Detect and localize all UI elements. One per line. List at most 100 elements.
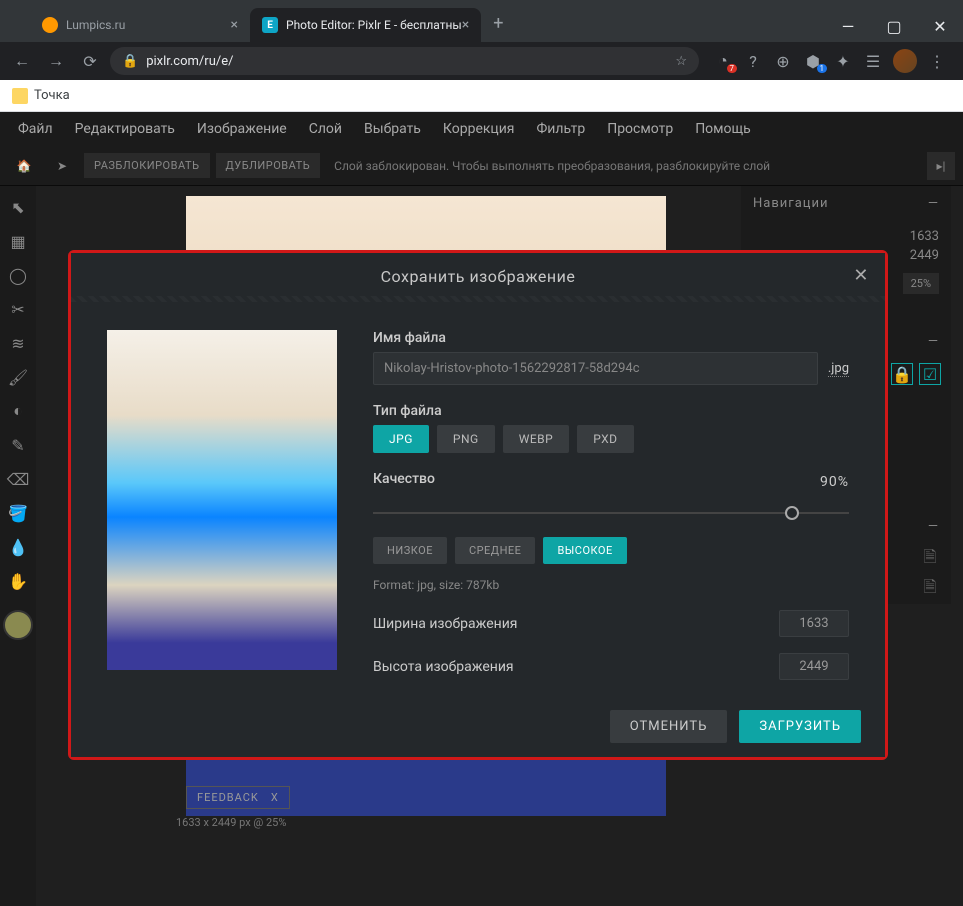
address-bar[interactable]: 🔒 pixlr.com/ru/e/ ☆ — [110, 47, 699, 75]
dialog-footer: ОТМЕНИТЬ ЗАГРУЗИТЬ — [71, 696, 885, 757]
slider-track — [373, 512, 849, 514]
eyedropper-tool-icon[interactable]: 💧 — [3, 532, 33, 562]
profile-avatar[interactable] — [893, 49, 917, 73]
filetype-jpg[interactable]: JPG — [373, 425, 429, 453]
bookmark-item[interactable]: Точка — [12, 88, 70, 104]
filetype-label: Тип файла — [373, 403, 849, 419]
maximize-button[interactable]: ▢ — [871, 10, 917, 42]
bookmarks-bar: Точка — [0, 80, 963, 112]
reload-button[interactable]: ⟳ — [76, 47, 104, 75]
extension-icon[interactable]: ⊕ — [773, 51, 793, 71]
canvas-dimensions: 1633 x 2449 px @ 25% — [176, 816, 286, 829]
home-icon[interactable]: 🏠 — [8, 150, 40, 182]
menu-select[interactable]: Выбрать — [364, 121, 421, 137]
close-icon[interactable]: × — [231, 17, 238, 33]
quality-low[interactable]: НИЗКОЕ — [373, 537, 447, 564]
filetype-webp[interactable]: WEBP — [503, 425, 570, 453]
menu-edit[interactable]: Редактировать — [75, 121, 175, 137]
locked-message: Слой заблокирован. Чтобы выполнять преоб… — [334, 159, 770, 173]
pen-tool-icon[interactable]: ✎ — [3, 430, 33, 460]
dialog-body: Имя файла .jpg Тип файла JPG PNG WEBP PX… — [71, 302, 885, 696]
history-icon[interactable]: 🗎 — [919, 548, 941, 570]
extensions-menu-icon[interactable]: ✦ — [833, 51, 853, 71]
format-info: Format: jpg, size: 787kb — [373, 578, 849, 592]
quality-high[interactable]: ВЫСОКОЕ — [543, 537, 626, 564]
menu-image[interactable]: Изображение — [197, 121, 287, 137]
width-input[interactable] — [779, 610, 849, 637]
download-button[interactable]: ЗАГРУЗИТЬ — [739, 710, 861, 743]
move-tool-icon[interactable]: ⬉ — [3, 192, 33, 222]
lasso-tool-icon[interactable]: ◯ — [3, 260, 33, 290]
width-label: Ширина изображения — [373, 616, 517, 632]
extension-icon[interactable]: ⬢1 — [803, 51, 823, 71]
url-text: pixlr.com/ru/e/ — [146, 54, 233, 69]
close-icon[interactable]: × — [462, 17, 469, 33]
save-dialog: Сохранить изображение ✕ Имя файла .jpg Т… — [71, 253, 885, 757]
history-icon[interactable]: 🗎 — [919, 578, 941, 600]
slider-thumb[interactable] — [785, 506, 799, 520]
menu-layer[interactable]: Слой — [309, 121, 342, 137]
color-picker[interactable] — [3, 610, 33, 640]
cancel-button[interactable]: ОТМЕНИТЬ — [610, 710, 728, 743]
eraser-tool-icon[interactable]: ⌫ — [3, 464, 33, 494]
collapse-icon[interactable]: — — [928, 196, 939, 211]
reading-list-icon[interactable]: ☰ — [863, 51, 883, 71]
collapse-icon[interactable]: — — [928, 334, 939, 349]
unlock-button[interactable]: РАЗБЛОКИРОВАТЬ — [84, 153, 210, 178]
bookmark-label: Точка — [34, 88, 70, 103]
menu-filter[interactable]: Фильтр — [537, 121, 586, 137]
file-extension[interactable]: .jpg — [828, 361, 849, 377]
browser-titlebar: Lumpics.ru × E Photo Editor: Pixlr E - б… — [0, 0, 963, 42]
image-preview — [107, 330, 337, 670]
quality-medium[interactable]: СРЕДНЕЕ — [455, 537, 535, 564]
browser-tab[interactable]: Lumpics.ru × — [30, 8, 250, 42]
forward-button[interactable]: → — [42, 47, 70, 75]
menu-view[interactable]: Просмотр — [607, 121, 673, 137]
height-label: Высота изображения — [373, 659, 514, 675]
zoom-value[interactable]: 25% — [903, 273, 939, 294]
feedback-close[interactable]: X — [271, 791, 279, 804]
save-form: Имя файла .jpg Тип файла JPG PNG WEBP PX… — [373, 330, 849, 684]
extension-icon[interactable]: ? — [743, 51, 763, 71]
close-window-button[interactable]: ✕ — [917, 10, 963, 42]
collapse-icon[interactable]: — — [928, 519, 939, 534]
layer-lock-icon[interactable]: 🔒 — [891, 363, 913, 385]
duplicate-button[interactable]: ДУБЛИРОВАТЬ — [216, 153, 321, 178]
menu-file[interactable]: Файл — [18, 121, 53, 137]
filename-input[interactable] — [373, 352, 818, 385]
expand-panel-icon[interactable]: ▸| — [927, 152, 955, 180]
menu-correction[interactable]: Коррекция — [443, 121, 515, 137]
star-icon[interactable]: ☆ — [675, 54, 687, 69]
fill-tool-icon[interactable]: 🪣 — [3, 498, 33, 528]
dialog-title-bar: Сохранить изображение ✕ — [71, 253, 885, 296]
extension-icon[interactable]: ◔7 — [713, 51, 733, 71]
clone-tool-icon[interactable]: ◐ — [3, 396, 33, 426]
minimize-button[interactable]: ― — [825, 10, 871, 42]
feedback-label: FEEDBACK — [197, 791, 259, 804]
layer-visible-icon[interactable]: ☑ — [919, 363, 941, 385]
crop-tool-icon[interactable]: ✂ — [3, 294, 33, 324]
extension-icons: ◔7 ? ⊕ ⬢1 ✦ ☰ ⋮ — [705, 49, 955, 73]
height-input[interactable] — [779, 653, 849, 680]
feedback-button[interactable]: FEEDBACK X — [186, 786, 290, 809]
filetype-pxd[interactable]: PXD — [577, 425, 633, 453]
menu-icon[interactable]: ⋮ — [927, 51, 947, 71]
hand-tool-icon[interactable]: ✋ — [3, 566, 33, 596]
tab-title: Lumpics.ru — [66, 18, 125, 32]
liquify-tool-icon[interactable]: ≋ — [3, 328, 33, 358]
filetype-png[interactable]: PNG — [437, 425, 495, 453]
brush-tool-icon[interactable]: 🖌 — [3, 362, 33, 392]
address-bar-row: ← → ⟳ 🔒 pixlr.com/ru/e/ ☆ ◔7 ? ⊕ ⬢1 ✦ ☰ … — [0, 42, 963, 80]
tab-title: Photo Editor: Pixlr E - бесплатны — [286, 18, 462, 32]
close-icon[interactable]: ✕ — [853, 265, 869, 286]
cursor-icon[interactable]: ➤ — [46, 150, 78, 182]
marquee-tool-icon[interactable]: ▦ — [3, 226, 33, 256]
browser-tab-active[interactable]: E Photo Editor: Pixlr E - бесплатны × — [250, 8, 481, 42]
nav-panel-title: Навигации — [753, 196, 829, 211]
dialog-title: Сохранить изображение — [381, 267, 576, 286]
menu-help[interactable]: Помощь — [695, 121, 751, 137]
quality-slider[interactable] — [373, 503, 849, 523]
new-tab-button[interactable]: + — [481, 5, 515, 42]
back-button[interactable]: ← — [8, 47, 36, 75]
favicon-icon: E — [262, 17, 278, 33]
